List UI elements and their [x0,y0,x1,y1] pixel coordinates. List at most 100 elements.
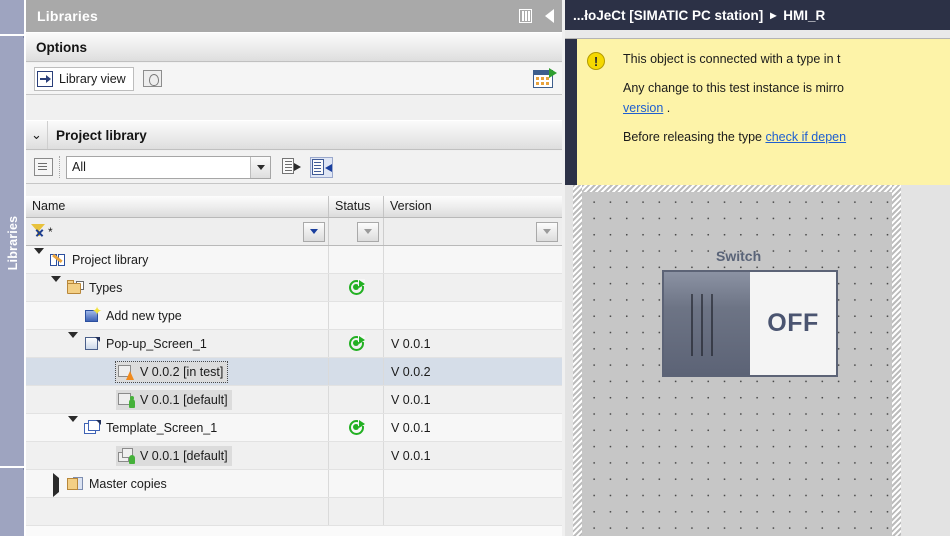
version-default-icon [118,392,135,408]
column-header-version[interactable]: Version [384,196,562,217]
table-row[interactable]: Project library [26,246,563,274]
warning-dependency-link[interactable]: check if depen [765,130,846,144]
row-name-cell[interactable]: V 0.0.1 [default] [26,442,329,469]
warning-line-2: Any change to this test instance is mirr… [623,79,950,118]
row-name-cell[interactable] [26,498,329,525]
collapse-left-icon[interactable] [545,9,554,23]
table-row[interactable]: Template_Screen_1 V 0.0.1 [26,414,563,442]
library-view-button[interactable]: Library view [34,66,134,91]
table-row[interactable]: V 0.0.2 [in test] V 0.0.2 [26,358,563,386]
row-name-cell[interactable]: Pop-up_Screen_1 [26,330,329,357]
row-label-wrap: Template_Screen_1 [82,418,221,438]
sync-icon [348,335,365,351]
table-row[interactable]: V 0.0.1 [default] V 0.0.1 [26,386,563,414]
table-column-headers: Name Status Version [26,196,563,218]
warning-version-link[interactable]: version [623,101,663,115]
table-row[interactable]: Pop-up_Screen_1 V 0.0.1 [26,330,563,358]
row-name-label: Master copies [89,476,167,491]
filter-clear-icon[interactable] [31,224,46,239]
row-status-cell [329,274,384,301]
row-name-label: Project library [72,252,149,267]
libraries-panel: Libraries Options Library view ⌄ Project… [25,0,563,536]
screen-canvas[interactable]: Switch OFF [582,185,892,536]
master-copies-icon [67,476,84,492]
column-header-name[interactable]: Name [26,196,329,217]
dock-segment-top [0,0,24,36]
project-library-tree-table: Name Status Version * Project library Ty… [26,196,563,536]
columns-icon[interactable] [519,9,532,23]
type-warning-banner: ! This object is connected with a type i… [565,39,950,185]
canvas-hatch-right [892,185,901,536]
row-name-cell[interactable]: V 0.0.2 [in test] [26,358,329,385]
table-filter-row: * [26,218,563,246]
add-new-type-icon: ✦ [84,305,102,324]
twisty-expanded-icon[interactable] [68,416,79,436]
row-version-cell [384,302,562,329]
row-name-cell[interactable]: V 0.0.1 [default] [26,386,329,413]
table-row[interactable]: ✦ Add new type [26,302,563,330]
sync-icon [348,419,365,435]
options-section-header: Options [26,32,563,62]
row-status-cell [329,498,384,525]
table-row[interactable]: Master copies [26,470,563,498]
row-name-cell[interactable]: ✦ Add new type [26,302,329,329]
row-name-cell[interactable]: Types [26,274,329,301]
row-label-wrap: V 0.0.1 [default] [116,389,232,410]
editor-toolbar-strip [565,30,950,39]
library-filter-value: All [72,160,86,174]
project-library-section-header[interactable]: ⌄ Project library [26,120,563,150]
list-arrow-left-icon[interactable] [310,156,333,178]
catalog-icon[interactable] [34,158,53,176]
row-version-cell: V 0.0.1 [391,448,431,463]
table-row[interactable]: Types [26,274,563,302]
template-version-icon [118,447,135,464]
export-table-icon[interactable] [533,67,557,88]
warning-line-1: This object is connected with a type in … [623,52,841,66]
column-header-status[interactable]: Status [329,196,384,217]
row-name-cell[interactable]: Master copies [26,470,329,497]
switch-widget[interactable]: OFF [662,270,838,377]
libraries-title: Libraries [37,8,98,24]
row-version-cell: V 0.0.1 [391,420,431,435]
project-library-header-label: Project library [56,127,147,143]
chevron-down-icon[interactable]: ⌄ [26,121,48,149]
row-name-label: V 0.0.1 [default] [140,448,228,463]
row-name-cell[interactable]: Project library [26,246,329,273]
filter-dropdown-version[interactable] [536,221,558,242]
row-name-cell[interactable]: Template_Screen_1 [26,414,329,441]
canvas-hatch-left [573,185,582,536]
warning-gutter [565,39,577,185]
twisty-expanded-icon[interactable] [34,248,45,268]
sync-icon [348,279,365,295]
project-library-toolbar: All [26,151,563,184]
table-row[interactable]: V 0.0.1 [default] V 0.0.1 [26,442,563,470]
row-name-label: Add new type [106,308,182,323]
filter-cell-version [384,218,562,245]
twisty-expanded-icon[interactable] [68,332,79,352]
library-filter-dropdown-button[interactable] [250,156,270,178]
left-dock-strip: Libraries [0,0,24,536]
row-status-cell [329,302,384,329]
row-name-label: Pop-up_Screen_1 [106,336,207,351]
application-window: Libraries Libraries Options Library view… [0,0,950,536]
library-filter-combo[interactable]: All [66,155,271,179]
filter-dropdown-name[interactable] [303,221,325,242]
row-status-cell [329,470,384,497]
breadcrumb-part-2[interactable]: HMI_R [783,8,825,23]
open-book-icon[interactable] [142,70,162,87]
warning-line-3-text: Before releasing the type [623,130,766,145]
table-row[interactable] [26,498,563,526]
twisty-collapsed-icon[interactable] [51,473,62,497]
row-version-cell: V 0.0.2 [391,364,431,379]
filter-dropdown-status[interactable] [357,221,379,242]
row-label-wrap: V 0.0.2 [in test] [114,360,229,383]
toolbar-separator [59,156,60,178]
table-body: Project library Types ✦ Add new type Pop-up_… [26,246,563,526]
list-arrow-right-icon[interactable] [282,158,301,176]
version-test-icon [118,364,135,380]
breadcrumb-part-1[interactable]: ...łoJeCt [SIMATIC PC station] [573,8,763,23]
editor-panel: ...łoJeCt [SIMATIC PC station] ▸ HMI_R !… [565,0,950,536]
switch-handle[interactable] [664,272,750,375]
dock-tab-libraries[interactable]: Libraries [0,38,24,468]
twisty-expanded-icon[interactable] [51,276,62,296]
